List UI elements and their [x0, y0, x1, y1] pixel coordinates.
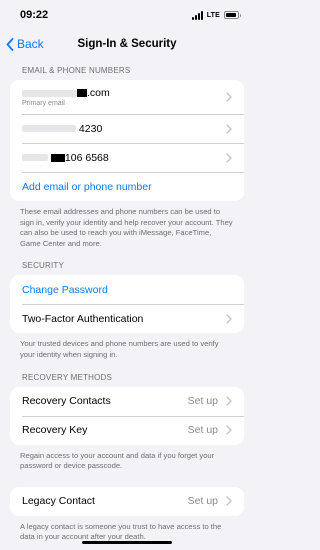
chevron-right-icon — [226, 123, 232, 134]
recovery-contacts-label: Recovery Contacts — [22, 395, 111, 408]
chevron-right-icon — [226, 425, 232, 435]
battery-icon — [224, 11, 241, 19]
security-section-footer: Your trusted devices and phone numbers a… — [20, 339, 219, 359]
email-section-header: EMAIL & PHONE NUMBERS — [22, 66, 131, 75]
legacy-group: Legacy Contact Set up — [10, 486, 244, 516]
chevron-right-icon — [226, 396, 232, 406]
primary-email-caption: Primary email — [22, 100, 65, 107]
redacted-phone — [22, 125, 76, 133]
legacy-contact-row[interactable]: Legacy Contact Set up — [10, 487, 244, 516]
legacy-section-footer: A legacy contact is someone you trust to… — [20, 521, 222, 542]
nav-bar: Back Sign-In & Security — [0, 30, 254, 58]
recovery-key-label: Recovery Key — [22, 424, 88, 437]
phone-suffix-1: 4230 — [78, 122, 103, 135]
recovery-key-row[interactable]: Recovery Key Set up — [10, 415, 244, 445]
recovery-section-header: RECOVERY METHODS — [22, 372, 113, 382]
email-suffix: .com — [87, 87, 110, 99]
chevron-right-icon — [226, 496, 232, 506]
recovery-section-footer: Regain access to your account and data i… — [20, 450, 215, 471]
recovery-contacts-row[interactable]: Recovery Contacts Set up — [10, 387, 244, 416]
phone-number-row-1[interactable]: 4230 — [10, 114, 244, 143]
back-label: Back — [17, 37, 44, 51]
two-factor-auth-label: Two-Factor Authentication — [22, 312, 144, 325]
change-password-label: Change Password — [22, 283, 108, 296]
recovery-key-value: Set up — [187, 424, 218, 437]
two-factor-auth-row[interactable]: Two-Factor Authentication — [10, 304, 244, 333]
back-button[interactable]: Back — [6, 30, 44, 58]
recovery-contacts-value: Set up — [187, 395, 218, 408]
redacted-email — [22, 89, 77, 97]
home-indicator[interactable] — [82, 541, 172, 544]
email-section-footer: These email addresses and phone numbers … — [20, 207, 233, 248]
redacted-phone — [22, 154, 48, 162]
status-icons: LTE — [191, 10, 241, 20]
redaction-mark — [50, 153, 65, 162]
add-email-or-phone-label: Add email or phone number — [22, 180, 152, 193]
security-section-header: SECURITY — [22, 261, 65, 271]
legacy-contact-label: Legacy Contact — [22, 495, 95, 508]
chevron-right-icon — [226, 152, 232, 163]
signal-icon — [191, 10, 203, 20]
legacy-contact-value: Set up — [187, 495, 218, 508]
chevron-left-icon — [6, 37, 14, 51]
change-password-button[interactable]: Change Password — [10, 275, 244, 304]
email-phone-group: .com Primary email 4230 106 6568 Add ema… — [10, 80, 244, 201]
network-type: LTE — [206, 11, 220, 19]
redaction-mark — [77, 89, 87, 98]
status-bar: 09:22 LTE — [0, 0, 254, 30]
primary-email-row[interactable]: .com Primary email — [10, 80, 244, 114]
phone-suffix-2: 106 6568 — [64, 151, 109, 164]
page-title: Sign-In & Security — [77, 38, 177, 50]
phone-number-row-2[interactable]: 106 6568 — [10, 143, 244, 172]
status-time: 09:22 — [20, 9, 49, 21]
chevron-right-icon — [226, 314, 232, 324]
recovery-group: Recovery Contacts Set up Recovery Key Se… — [10, 386, 244, 445]
chevron-right-icon — [226, 92, 232, 102]
add-email-or-phone-button[interactable]: Add email or phone number — [10, 172, 244, 201]
security-group: Change Password Two-Factor Authenticatio… — [10, 275, 244, 334]
